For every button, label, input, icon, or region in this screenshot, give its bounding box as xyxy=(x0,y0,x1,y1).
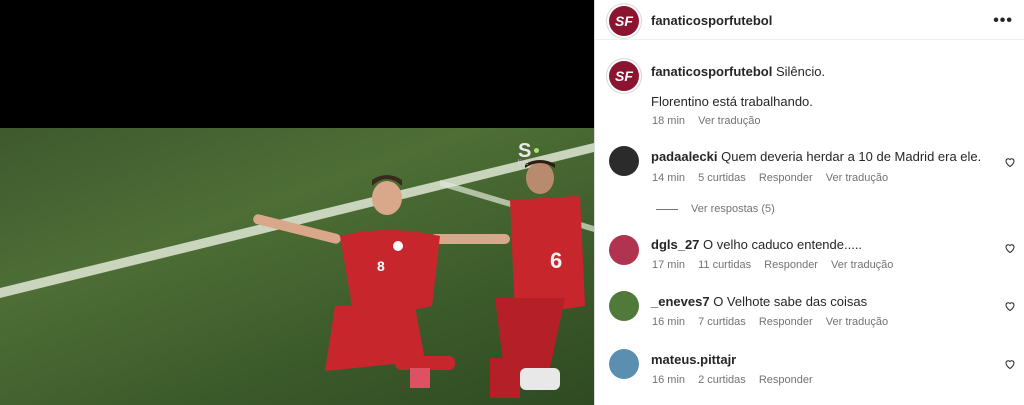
video-frame[interactable]: 8 6 S live xyxy=(0,128,594,405)
player-kneeling: 8 xyxy=(253,175,510,388)
post-media[interactable]: 8 6 S live xyxy=(0,0,594,405)
comment-text: mateus.pittajr xyxy=(651,351,996,368)
comment-body: Quem deveria herdar a 10 de Madrid era e… xyxy=(721,149,982,164)
avatar-logo-text: SF xyxy=(615,13,633,29)
translate-link[interactable]: Ver tradução xyxy=(831,259,893,271)
post-header: SF fanaticosporfutebol ••• xyxy=(595,0,1024,40)
comment-meta: 17 min 11 curtidas Responder Ver traduçã… xyxy=(652,259,903,271)
like-heart-icon[interactable] xyxy=(1004,242,1016,254)
comment-text: padaalecki Quem deveria herdar a 10 de M… xyxy=(651,148,996,165)
comment-meta: 14 min 5 curtidas Responder Ver tradução xyxy=(652,172,898,184)
broadcaster-sub: live xyxy=(518,160,529,167)
caption: fanaticosporfutebol Silêncio. xyxy=(651,63,1001,80)
caption-author-avatar[interactable]: SF xyxy=(609,61,639,91)
reply-button[interactable]: Responder xyxy=(764,259,818,271)
comment-time: 14 min xyxy=(652,172,686,184)
comment-body: O velho caduco entende..... xyxy=(703,237,863,252)
comment-text: dgls_27 O velho caduco entende..... xyxy=(651,236,996,253)
translate-link[interactable]: Ver tradução xyxy=(826,316,888,328)
caption-author-username[interactable]: fanaticosporfutebol xyxy=(651,64,772,79)
translate-link[interactable]: Ver tradução xyxy=(826,172,888,184)
comment-username[interactable]: dgls_27 xyxy=(651,237,699,252)
comment-body: O Velhote sabe das coisas xyxy=(713,294,868,309)
svg-text:6: 6 xyxy=(550,248,562,273)
comment-avatar[interactable] xyxy=(609,146,639,176)
comment-avatar[interactable] xyxy=(609,291,639,321)
caption-line-1: Silêncio. xyxy=(775,64,826,79)
caption-time: 18 min xyxy=(652,115,686,127)
comment-likes[interactable]: 11 curtidas xyxy=(698,259,751,271)
comment-avatar[interactable] xyxy=(609,235,639,265)
video-scene: 8 6 xyxy=(0,143,594,398)
reply-button[interactable]: Responder xyxy=(759,172,813,184)
avatar-logo-text: SF xyxy=(615,68,633,84)
pitch-line xyxy=(0,143,594,298)
caption-translate-link[interactable]: Ver tradução xyxy=(698,115,760,127)
reply-button[interactable]: Responder xyxy=(759,316,813,328)
like-heart-icon[interactable] xyxy=(1004,358,1016,370)
comment-username[interactable]: mateus.pittajr xyxy=(651,352,736,367)
comment-username[interactable]: _eneves7 xyxy=(651,294,710,309)
comment-time: 16 min xyxy=(652,374,686,386)
comments-panel: SF fanaticosporfutebol ••• SF fanaticosp… xyxy=(594,0,1024,405)
live-dot xyxy=(534,148,539,153)
broadcaster-logo: S live xyxy=(518,140,539,167)
comment-avatar[interactable] xyxy=(609,349,639,379)
player-running: 6 xyxy=(490,160,585,398)
view-replies-button[interactable]: Ver respostas (5) xyxy=(691,203,775,215)
replies-divider xyxy=(656,209,678,210)
more-options-icon[interactable]: ••• xyxy=(993,12,1013,30)
comment-time: 17 min xyxy=(652,259,686,271)
comment-likes[interactable]: 5 curtidas xyxy=(698,172,746,184)
comment-likes[interactable]: 7 curtidas xyxy=(698,316,746,328)
comment-meta: 16 min 7 curtidas Responder Ver tradução xyxy=(652,316,898,328)
comment-meta: 16 min 2 curtidas Responder xyxy=(652,374,823,386)
broadcaster-letter: S xyxy=(518,140,532,162)
comment-text: _eneves7 O Velhote sabe das coisas xyxy=(651,293,996,310)
comment-time: 16 min xyxy=(652,316,686,328)
caption-line-2: Florentino está trabalhando. xyxy=(651,94,813,109)
like-heart-icon[interactable] xyxy=(1004,156,1016,168)
reply-button[interactable]: Responder xyxy=(759,374,813,386)
comment-username[interactable]: padaalecki xyxy=(651,149,718,164)
author-avatar[interactable]: SF xyxy=(609,6,639,36)
like-heart-icon[interactable] xyxy=(1004,300,1016,312)
comment-likes[interactable]: 2 curtidas xyxy=(698,374,746,386)
author-username[interactable]: fanaticosporfutebol xyxy=(651,13,772,28)
caption-meta: 18 min Ver tradução xyxy=(652,115,770,127)
svg-text:8: 8 xyxy=(377,258,385,274)
